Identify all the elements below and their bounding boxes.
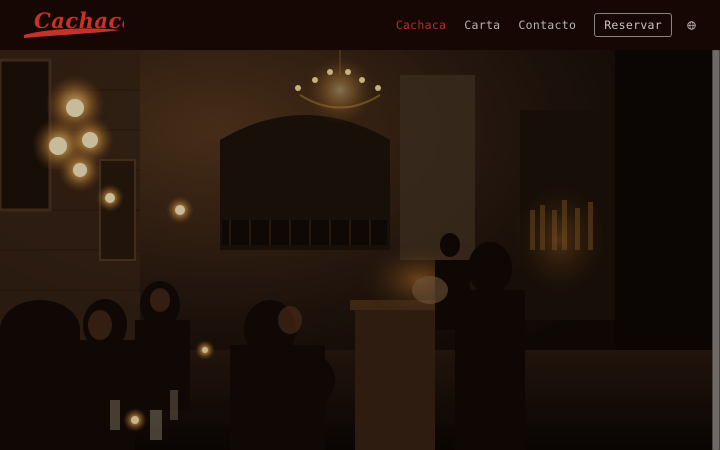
page-scrollbar[interactable] <box>712 50 720 450</box>
restaurant-interior-photo <box>0 50 720 450</box>
nav-link-contacto[interactable]: Contacto <box>518 18 576 32</box>
logo-graphic: Cachaca <box>24 8 124 38</box>
nav-menu: Cachaca Carta Contacto Reservar <box>396 0 696 50</box>
nav-link-cachaca[interactable]: Cachaca <box>396 18 447 32</box>
scrollbar-thumb[interactable] <box>713 50 719 450</box>
top-navbar: Cachaca Cachaca Carta Contacto Reservar <box>0 0 720 50</box>
globe-icon[interactable] <box>687 20 696 30</box>
brand-logo[interactable]: Cachaca <box>20 6 124 42</box>
hero-image <box>0 50 720 450</box>
nav-link-carta[interactable]: Carta <box>464 18 500 32</box>
reserve-button[interactable]: Reservar <box>594 13 672 37</box>
page: Cachaca Cachaca Carta Contacto Reservar <box>0 0 720 450</box>
